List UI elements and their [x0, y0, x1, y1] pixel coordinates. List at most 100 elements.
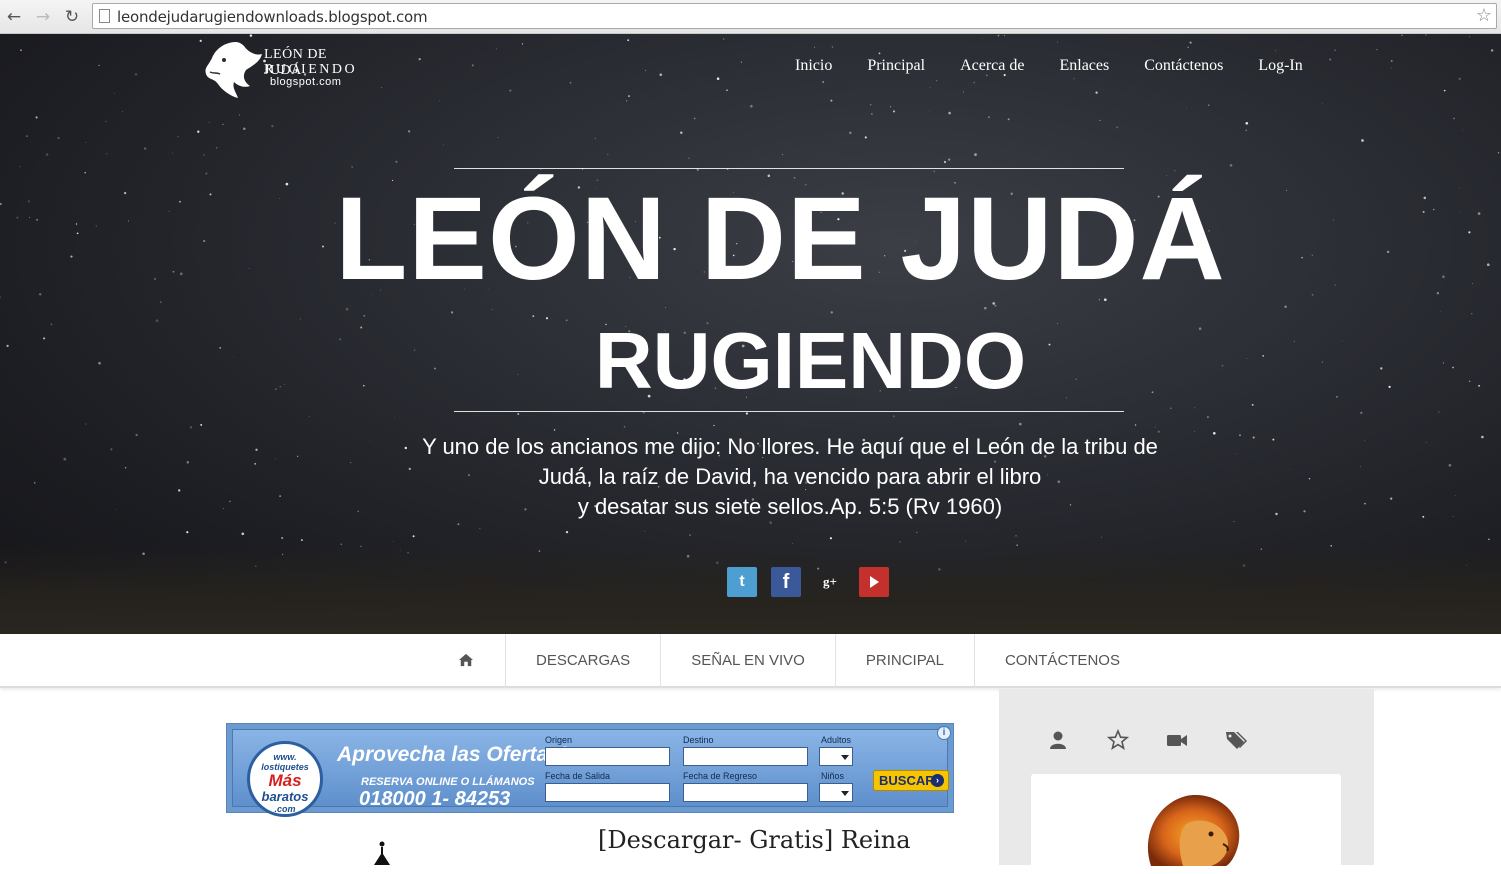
star: [308, 416, 310, 418]
facebook-icon[interactable]: f: [771, 567, 801, 597]
star: [1187, 46, 1190, 49]
star: [973, 81, 976, 84]
star: [830, 99, 833, 102]
star: [1245, 129, 1247, 131]
star: [750, 104, 753, 108]
star: [723, 38, 725, 40]
star: [297, 455, 299, 457]
ad-buscar-label: BUSCAR: [879, 773, 935, 788]
star: [1095, 91, 1098, 94]
star: [1425, 34, 1427, 36]
address-bar[interactable]: leondejudarugiendownloads.blogspot.com ☆: [92, 3, 1497, 29]
star: [215, 146, 218, 149]
ad-origen-field[interactable]: [545, 747, 670, 766]
video-camera-icon[interactable]: [1166, 729, 1188, 751]
star: [134, 73, 138, 76]
forward-arrow-icon[interactable]: →: [33, 7, 53, 27]
quote-line: y desatar sus siete sellos.Ap. 5:5 (Rv 1…: [577, 494, 1003, 519]
tags-icon[interactable]: [1225, 729, 1247, 751]
star: [418, 57, 421, 61]
star: [628, 95, 630, 98]
star: [279, 495, 281, 497]
star: [271, 124, 274, 128]
star: [892, 110, 896, 113]
star: [1018, 422, 1022, 426]
star: [1003, 35, 1005, 37]
star: [1308, 477, 1311, 480]
ad-regreso-field[interactable]: [683, 783, 808, 802]
star: [943, 160, 947, 164]
ad-banner[interactable]: www. lostiquetes Más baratos .com Aprove…: [226, 723, 954, 817]
ad-logo-text: .com: [274, 804, 296, 814]
ad-destino-field[interactable]: [683, 747, 808, 766]
ad-headline: Aprovecha las Ofertas!: [337, 743, 567, 766]
url-text[interactable]: leondejudarugiendownloads.blogspot.com: [117, 8, 428, 26]
subnav-home[interactable]: [427, 634, 506, 688]
star: [664, 307, 666, 308]
subnav-contactenos[interactable]: CONTÁCTENOS: [975, 634, 1150, 688]
star: [1321, 103, 1323, 105]
star: [849, 131, 852, 135]
quote-line: Y uno de los ancianos me dijo: No llores…: [422, 434, 1158, 459]
bookmark-star-icon[interactable]: ☆: [1476, 5, 1492, 26]
user-icon[interactable]: [1047, 729, 1069, 751]
star: [457, 523, 460, 526]
google-plus-icon[interactable]: g+: [815, 567, 845, 597]
nav-contactenos[interactable]: Contáctenos: [1144, 57, 1223, 75]
star: [740, 61, 743, 63]
star-icon[interactable]: [1107, 729, 1129, 751]
star: [122, 111, 124, 113]
star: [45, 153, 49, 156]
nav-inicio[interactable]: Inicio: [795, 57, 832, 75]
reload-icon[interactable]: ↻: [62, 7, 82, 27]
ad-label-adultos: Adultos: [821, 735, 852, 745]
star: [200, 423, 203, 426]
star: [517, 413, 520, 415]
star: [177, 135, 179, 138]
star: [594, 137, 597, 140]
ad-ninos-select[interactable]: [819, 783, 853, 802]
twitter-icon[interactable]: t: [727, 567, 757, 597]
post-title[interactable]: [Descargar- Gratis] Reina: [598, 826, 911, 854]
star: [929, 110, 931, 112]
subnav-descargas[interactable]: DESCARGAS: [506, 634, 662, 688]
ad-adultos-select[interactable]: [819, 747, 853, 766]
star: [189, 426, 193, 429]
star: [1303, 510, 1306, 513]
star: [350, 462, 352, 464]
star: [1443, 89, 1446, 92]
star: [443, 144, 444, 146]
star: [1401, 34, 1403, 37]
ad-buscar-button[interactable]: BUSCAR ›: [873, 770, 949, 791]
subnav-senal-en-vivo[interactable]: SEÑAL EN VIVO: [661, 634, 836, 688]
nav-enlaces[interactable]: Enlaces: [1059, 57, 1109, 75]
star: [1189, 41, 1192, 44]
site-logo[interactable]: LEÓN DE JUDÁ RUGIENDO blogspot.com: [202, 38, 362, 100]
star: [871, 113, 873, 115]
star: [994, 304, 997, 307]
subnav-principal[interactable]: PRINCIPAL: [836, 634, 975, 688]
nav-log-in[interactable]: Log-In: [1258, 57, 1302, 75]
star: [948, 158, 951, 161]
star: [85, 141, 87, 143]
ad-salida-field[interactable]: [545, 783, 670, 802]
star: [1497, 152, 1500, 154]
star: [935, 79, 938, 82]
nav-principal[interactable]: Principal: [867, 57, 925, 75]
arrow-right-icon: ›: [931, 774, 944, 787]
star: [26, 135, 28, 137]
ad-info-icon[interactable]: i: [937, 726, 951, 740]
youtube-icon[interactable]: [859, 567, 889, 597]
star: [984, 306, 987, 310]
star: [981, 37, 983, 39]
star: [870, 103, 872, 106]
star: [1057, 41, 1058, 43]
star: [1364, 440, 1366, 442]
star: [1194, 407, 1196, 409]
star: [1360, 466, 1361, 467]
nav-acerca-de[interactable]: Acerca de: [960, 57, 1024, 75]
back-arrow-icon[interactable]: ←: [4, 7, 24, 27]
star: [497, 136, 499, 138]
star: [1458, 77, 1461, 81]
star: [1229, 164, 1233, 167]
